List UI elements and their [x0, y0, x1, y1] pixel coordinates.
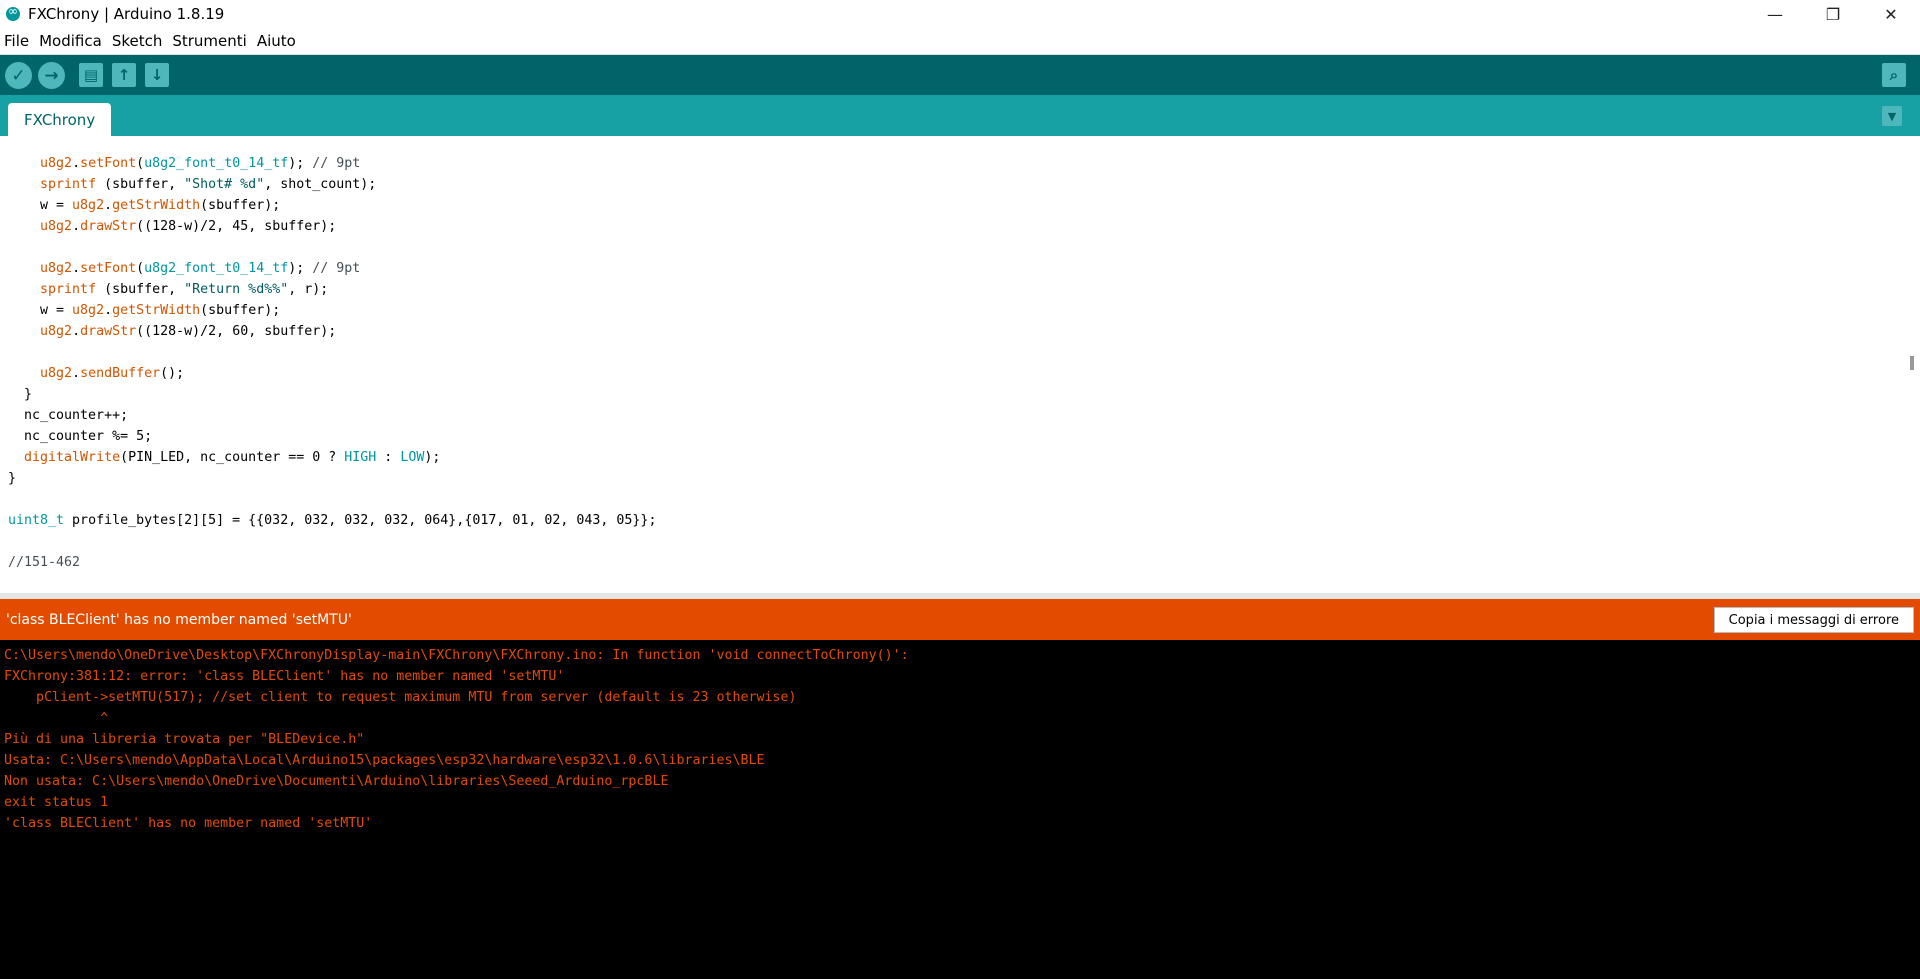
menu-file[interactable]: File [0, 32, 34, 50]
status-bar: 'class BLEClient' has no member named 's… [0, 599, 1920, 640]
code-line: u8g2.setFont(u8g2_font_t0_14_tf); // 9pt [40, 261, 361, 276]
restore-button[interactable]: ❐ [1804, 0, 1862, 28]
menu-bar: File Modifica Sketch Strumenti Aiuto [0, 28, 1920, 55]
window-title: FXChrony | Arduino 1.8.19 [28, 5, 225, 23]
window-controls: — ❐ ✕ [1746, 0, 1920, 28]
code-line: u8g2.drawStr((128-w)/2, 60, sbuffer); [40, 324, 337, 339]
code-line: u8g2.sendBuffer(); [40, 366, 185, 381]
console-line: FXChrony:381:12: error: 'class BLEClient… [4, 669, 565, 684]
chevron-down-icon: ▼ [1887, 109, 1897, 123]
open-sketch-button[interactable]: ↑ [112, 63, 136, 87]
copy-error-messages-button[interactable]: Copia i messaggi di errore [1713, 607, 1914, 633]
code-line: nc_counter %= 5; [8, 429, 153, 444]
console-line: pClient->setMTU(517); //set client to re… [4, 690, 797, 705]
editor-scrollbar[interactable] [1910, 356, 1914, 370]
arrow-right-icon: → [44, 65, 59, 86]
console-line: ^ [4, 711, 109, 726]
magnifier-icon: ⌕ [1889, 66, 1899, 84]
code-line: u8g2.setFont(u8g2_font_t0_14_tf); // 9pt [40, 156, 361, 171]
arrow-up-icon: ↑ [117, 66, 131, 84]
code-line: digitalWrite(PIN_LED, nc_counter == 0 ? … [24, 450, 441, 465]
code-line: sprintf (sbuffer, "Shot# %d", shot_count… [40, 177, 377, 192]
tab-bar: FXChrony ▼ [0, 95, 1920, 136]
code-line: } [8, 471, 17, 486]
console-line: Non usata: C:\Users\mendo\OneDrive\Docum… [4, 774, 669, 789]
menu-modifica[interactable]: Modifica [34, 32, 107, 50]
console-line: Usata: C:\Users\mendo\AppData\Local\Ardu… [4, 753, 765, 768]
code-line: nc_counter++; [8, 408, 129, 423]
console-text: C:\Users\mendo\OneDrive\Desktop\FXChrony… [4, 645, 909, 834]
menu-strumenti[interactable]: Strumenti [167, 32, 251, 50]
serial-monitor-button[interactable]: ⌕ [1882, 63, 1906, 87]
console-output[interactable]: C:\Users\mendo\OneDrive\Desktop\FXChrony… [0, 640, 1920, 979]
upload-button[interactable]: → [38, 62, 65, 89]
new-file-icon: ▤ [83, 66, 99, 84]
checkmark-icon: ✓ [11, 65, 26, 86]
toolbar: ✓ → ▤ ↑ ↓ ⌕ [0, 55, 1920, 95]
console-line: 'class BLEClient' has no member named 's… [4, 816, 373, 831]
code-editor[interactable]: u8g2.setFont(u8g2_font_t0_14_tf); // 9pt… [0, 136, 1920, 593]
arduino-logo-icon [6, 4, 20, 21]
close-button[interactable]: ✕ [1862, 0, 1920, 28]
code-line: u8g2.drawStr((128-w)/2, 45, sbuffer); [40, 219, 337, 234]
code-line: uint8_t profile_bytes[2][5] = {{032, 032… [8, 513, 657, 528]
minimize-button[interactable]: — [1746, 0, 1804, 28]
console-line: exit status 1 [4, 795, 109, 810]
code-area[interactable]: u8g2.setFont(u8g2_font_t0_14_tf); // 9pt… [8, 153, 656, 573]
code-line: sprintf (sbuffer, "Return %d%%", r); [40, 282, 329, 297]
console-line: C:\Users\mendo\OneDrive\Desktop\FXChrony… [4, 648, 909, 663]
verify-button[interactable]: ✓ [5, 62, 32, 89]
code-line: //151-462 [8, 555, 81, 570]
code-line: } [8, 387, 33, 402]
menu-aiuto[interactable]: Aiuto [252, 32, 301, 50]
tab-menu-button[interactable]: ▼ [1882, 106, 1902, 126]
save-sketch-button[interactable]: ↓ [145, 63, 169, 87]
arrow-down-icon: ↓ [150, 66, 164, 84]
console-line: Più di una libreria trovata per "BLEDevi… [4, 732, 365, 747]
title-bar: FXChrony | Arduino 1.8.19 — ❐ ✕ [0, 0, 1920, 28]
new-sketch-button[interactable]: ▤ [79, 63, 103, 87]
code-line: w = u8g2.getStrWidth(sbuffer); [8, 198, 281, 213]
menu-sketch[interactable]: Sketch [107, 32, 168, 50]
status-message: 'class BLEClient' has no member named 's… [6, 611, 352, 628]
tab-fxchrony[interactable]: FXChrony [8, 103, 112, 136]
code-line: w = u8g2.getStrWidth(sbuffer); [8, 303, 281, 318]
